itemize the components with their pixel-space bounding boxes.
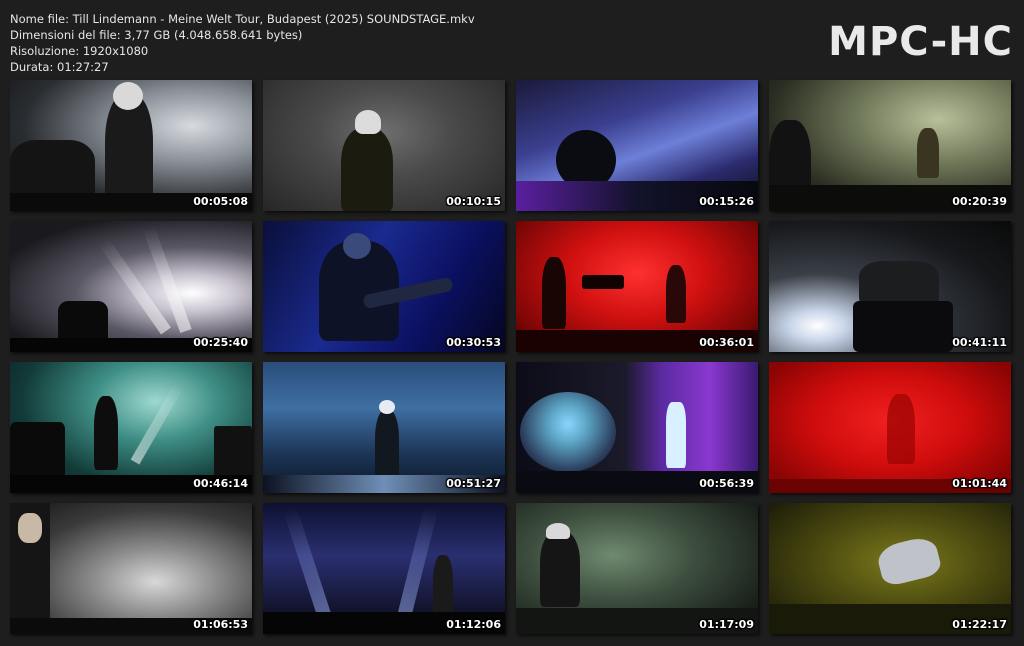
scene-image	[516, 503, 758, 634]
timestamp-label: 00:15:26	[699, 195, 754, 208]
thumbnail-14[interactable]: 01:12:06	[263, 503, 505, 634]
thumbnail-15[interactable]: 01:17:09	[516, 503, 758, 634]
file-name-text: Nome file: Till Lindemann - Meine Welt T…	[10, 12, 475, 26]
app-logo: MPC-HC	[828, 19, 1013, 65]
timestamp-label: 01:01:44	[952, 477, 1007, 490]
scene-image	[263, 362, 505, 493]
thumbnail-1[interactable]: 00:05:08	[10, 80, 252, 211]
timestamp-label: 01:12:06	[446, 618, 501, 631]
thumbnail-10[interactable]: 00:51:27	[263, 362, 505, 493]
thumbnail-2[interactable]: 00:10:15	[263, 80, 505, 211]
scene-image	[516, 362, 758, 493]
scene-image	[516, 80, 758, 211]
timestamp-label: 00:56:39	[699, 477, 754, 490]
scene-image	[263, 80, 505, 211]
scene-image	[769, 221, 1011, 352]
timestamp-label: 01:17:09	[699, 618, 754, 631]
scene-image	[769, 362, 1011, 493]
timestamp-label: 00:41:11	[952, 336, 1007, 349]
duration-text: Durata: 01:27:27	[10, 60, 109, 74]
timestamp-label: 01:06:53	[193, 618, 248, 631]
thumbnail-6[interactable]: 00:30:53	[263, 221, 505, 352]
thumbnail-5[interactable]: 00:25:40	[10, 221, 252, 352]
thumbnail-3[interactable]: 00:15:26	[516, 80, 758, 211]
timestamp-label: 00:30:53	[446, 336, 501, 349]
scene-image	[263, 221, 505, 352]
scene-image	[10, 503, 252, 634]
thumbnail-grid: 00:05:08 00:10:15 00:15:26 00:20:39 00:2…	[10, 80, 1012, 634]
scene-image	[769, 80, 1011, 211]
scene-image	[769, 503, 1011, 634]
timestamp-label: 00:05:08	[193, 195, 248, 208]
timestamp-label: 00:25:40	[193, 336, 248, 349]
thumbnail-11[interactable]: 00:56:39	[516, 362, 758, 493]
scene-image	[10, 221, 252, 352]
timestamp-label: 01:22:17	[952, 618, 1007, 631]
file-size-text: Dimensioni del file: 3,77 GB (4.048.658.…	[10, 28, 303, 42]
thumbnail-16[interactable]: 01:22:17	[769, 503, 1011, 634]
thumbnail-7[interactable]: 00:36:01	[516, 221, 758, 352]
scene-image	[10, 362, 252, 493]
thumbnail-9[interactable]: 00:46:14	[10, 362, 252, 493]
timestamp-label: 00:10:15	[446, 195, 501, 208]
timestamp-label: 00:20:39	[952, 195, 1007, 208]
timestamp-label: 00:46:14	[193, 477, 248, 490]
thumbnail-12[interactable]: 01:01:44	[769, 362, 1011, 493]
thumbnail-4[interactable]: 00:20:39	[769, 80, 1011, 211]
scene-image	[10, 80, 252, 211]
scene-image	[516, 221, 758, 352]
thumbnail-8[interactable]: 00:41:11	[769, 221, 1011, 352]
thumbnail-13[interactable]: 01:06:53	[10, 503, 252, 634]
timestamp-label: 00:51:27	[446, 477, 501, 490]
timestamp-label: 00:36:01	[699, 336, 754, 349]
scene-image	[263, 503, 505, 634]
file-info-panel: Nome file: Till Lindemann - Meine Welt T…	[10, 11, 475, 75]
resolution-text: Risoluzione: 1920x1080	[10, 44, 149, 58]
